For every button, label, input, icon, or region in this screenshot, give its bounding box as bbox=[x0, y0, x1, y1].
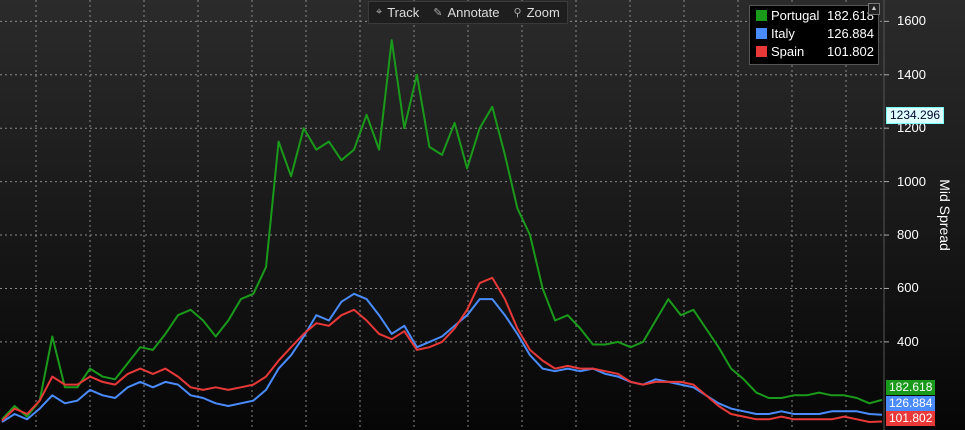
legend-series-value: 101.802 bbox=[827, 43, 874, 59]
legend[interactable]: Portugal 182.618 Italy 126.884 Spain 101.802 bbox=[749, 5, 879, 65]
track-button[interactable]: ⌖ Track bbox=[369, 2, 426, 23]
y-tick-label: 1600 bbox=[897, 13, 926, 29]
legend-series-value: 126.884 bbox=[827, 25, 874, 41]
legend-swatch bbox=[756, 45, 767, 57]
y-tick-label: 800 bbox=[897, 227, 919, 243]
y-tick-label: 1400 bbox=[897, 66, 926, 82]
legend-series-name: Italy bbox=[771, 25, 795, 41]
legend-item-spain[interactable]: Spain 101.802 bbox=[750, 42, 878, 60]
legend-series-name: Portugal bbox=[771, 7, 820, 23]
y-axis-title: Mid Spread bbox=[937, 179, 953, 251]
pencil-icon: ✎ bbox=[433, 7, 443, 19]
annotate-label: Annotate bbox=[447, 5, 500, 20]
zoom-label: Zoom bbox=[526, 5, 560, 20]
y-tick-label: 1000 bbox=[897, 173, 926, 189]
track-label: Track bbox=[387, 5, 420, 20]
series-line-spain bbox=[1, 276, 883, 423]
series-lines bbox=[1, 39, 883, 423]
y-axis-ticks bbox=[884, 20, 889, 343]
last-value-tag-portugal: 182.618 bbox=[886, 380, 936, 395]
series-line-portugal bbox=[1, 39, 883, 420]
annotate-button[interactable]: ✎ Annotate bbox=[426, 2, 506, 23]
legend-series-name: Spain bbox=[771, 43, 805, 59]
chart-toolbar: ⌖ Track ✎ Annotate ⚲ Zoom bbox=[368, 1, 568, 24]
magnifier-icon: ⚲ bbox=[513, 7, 522, 19]
series-line-italy bbox=[1, 292, 883, 423]
last-value-tag-italy: 126.884 bbox=[886, 396, 936, 411]
legend-swatch bbox=[756, 9, 767, 21]
legend-swatch bbox=[756, 27, 767, 39]
crosshair-icon: ⌖ bbox=[376, 6, 383, 18]
collapse-legend-icon[interactable]: ▲ bbox=[868, 3, 880, 15]
chart-window: ⌖ Track ✎ Annotate ⚲ Zoom Portugal 182.61… bbox=[0, 0, 965, 430]
y-tick-label: 400 bbox=[897, 333, 919, 349]
crosshair-value-label: 1234.296 bbox=[886, 107, 945, 124]
y-tick-label: 600 bbox=[897, 280, 919, 296]
legend-item-italy[interactable]: Italy 126.884 bbox=[750, 24, 878, 42]
last-value-tag-spain: 101.802 bbox=[886, 411, 936, 426]
zoom-button[interactable]: ⚲ Zoom bbox=[507, 2, 567, 23]
legend-item-portugal[interactable]: Portugal 182.618 bbox=[750, 6, 878, 24]
